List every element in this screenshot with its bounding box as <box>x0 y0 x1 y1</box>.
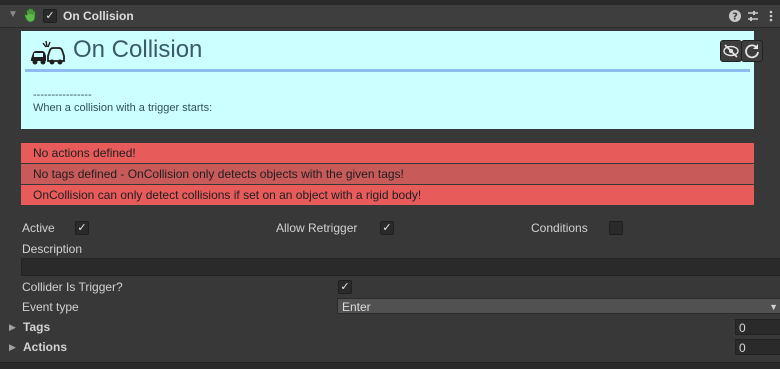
actions-label[interactable]: Actions <box>23 340 67 354</box>
tags-foldout-arrow-icon[interactable]: ▶ <box>9 322 16 333</box>
event-type-value: Enter <box>342 300 371 314</box>
component-header[interactable]: ▼ ✓ On Collision ? <box>0 5 780 28</box>
svg-text:?: ? <box>732 12 738 23</box>
event-type-dropdown[interactable]: Enter ▼ <box>337 298 780 314</box>
description-label: Description <box>22 242 83 256</box>
menu-icon[interactable] <box>764 9 778 23</box>
info-panel: On Collision ---------------- When a col… <box>21 31 763 129</box>
error-no-tags: No tags defined - OnCollision only detec… <box>21 164 754 184</box>
description-input[interactable] <box>21 258 780 276</box>
help-icon[interactable]: ? <box>728 9 742 23</box>
conditions-label: Conditions <box>531 221 588 235</box>
conditions-checkbox[interactable] <box>609 221 623 235</box>
component-title: On Collision <box>63 9 134 23</box>
allow-retrigger-label: Allow Retrigger <box>276 221 358 235</box>
hide-button[interactable] <box>720 40 742 62</box>
hide-icon <box>723 44 739 58</box>
event-type-label: Event type <box>22 300 79 314</box>
dropdown-arrow-icon: ▼ <box>769 302 778 312</box>
panel-title: On Collision <box>73 36 203 63</box>
collider-is-trigger-label: Collider Is Trigger? <box>22 280 123 294</box>
presets-icon[interactable] <box>746 9 760 23</box>
error-rigid-body: OnCollision can only detect collisions i… <box>21 185 754 205</box>
hand-icon <box>24 8 36 23</box>
tags-count-field[interactable]: 0 <box>735 319 780 335</box>
actions-count-field[interactable]: 0 <box>735 339 780 355</box>
panel-description: When a collision with a trigger starts: <box>33 102 213 114</box>
actions-foldout-arrow-icon[interactable]: ▶ <box>9 342 16 353</box>
component-enabled-checkbox[interactable]: ✓ <box>43 9 57 23</box>
active-label: Active <box>22 221 55 235</box>
panel-dashes: ---------------- <box>33 89 92 101</box>
allow-retrigger-checkbox[interactable]: ✓ <box>380 221 394 235</box>
car-crash-icon <box>31 40 65 65</box>
active-checkbox[interactable]: ✓ <box>75 221 89 235</box>
error-no-actions: No actions defined! <box>21 143 754 163</box>
tags-label[interactable]: Tags <box>23 320 50 334</box>
panel-separator-line <box>25 69 750 72</box>
refresh-button[interactable] <box>741 40 763 62</box>
foldout-arrow-icon[interactable]: ▼ <box>8 9 18 20</box>
refresh-icon <box>745 44 759 59</box>
collider-is-trigger-checkbox[interactable]: ✓ <box>338 280 352 294</box>
